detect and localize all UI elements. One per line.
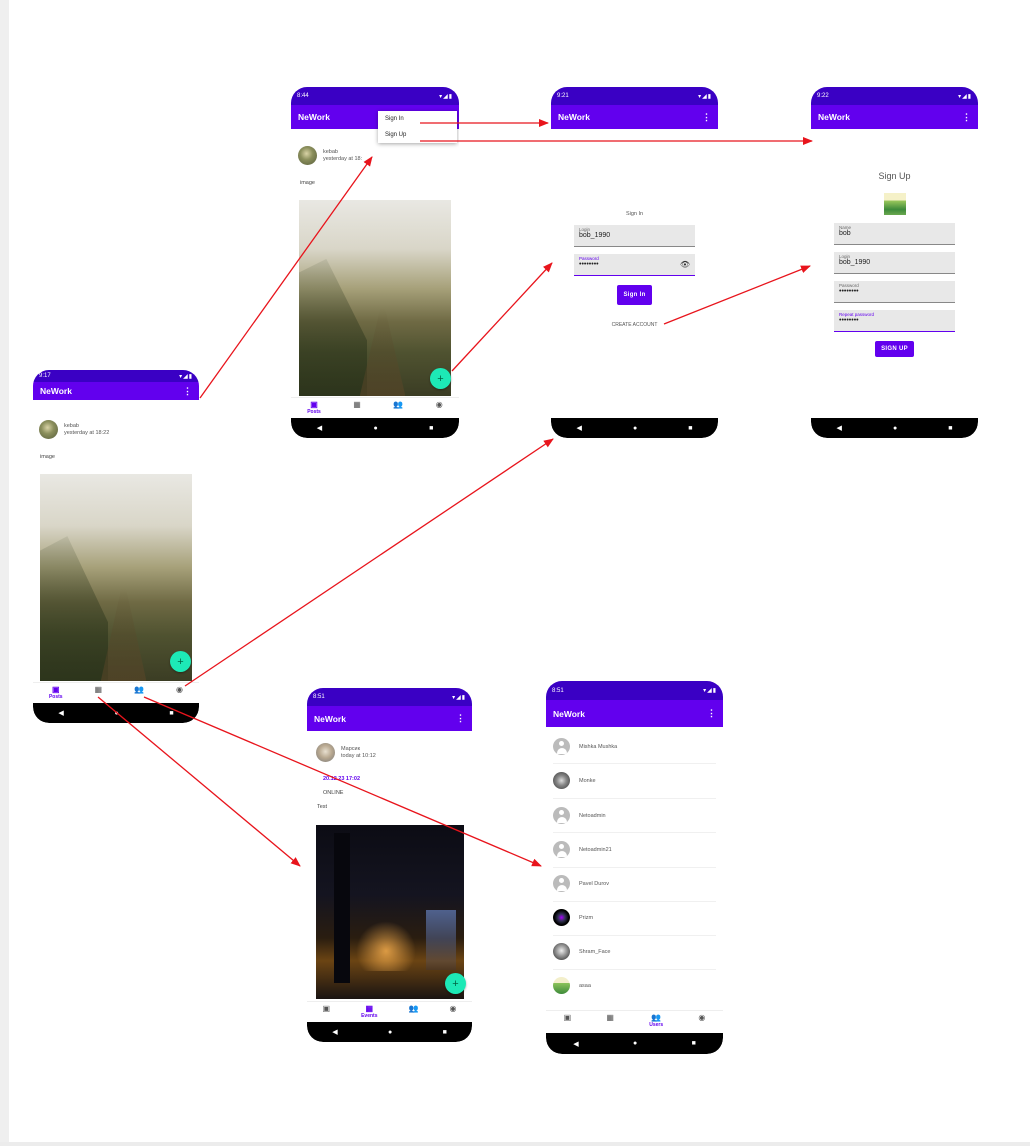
arrow-profile-to-signin — [184, 438, 554, 687]
arrow-fab-to-signin — [451, 262, 553, 372]
arrow-menu-to-overflow — [199, 156, 373, 399]
arrow-events-to-events-screen — [97, 696, 301, 867]
arrow-users-to-users-screen — [143, 696, 542, 867]
flow-arrows — [97, 119, 813, 867]
arrow-create-account-to-signup — [663, 265, 811, 325]
